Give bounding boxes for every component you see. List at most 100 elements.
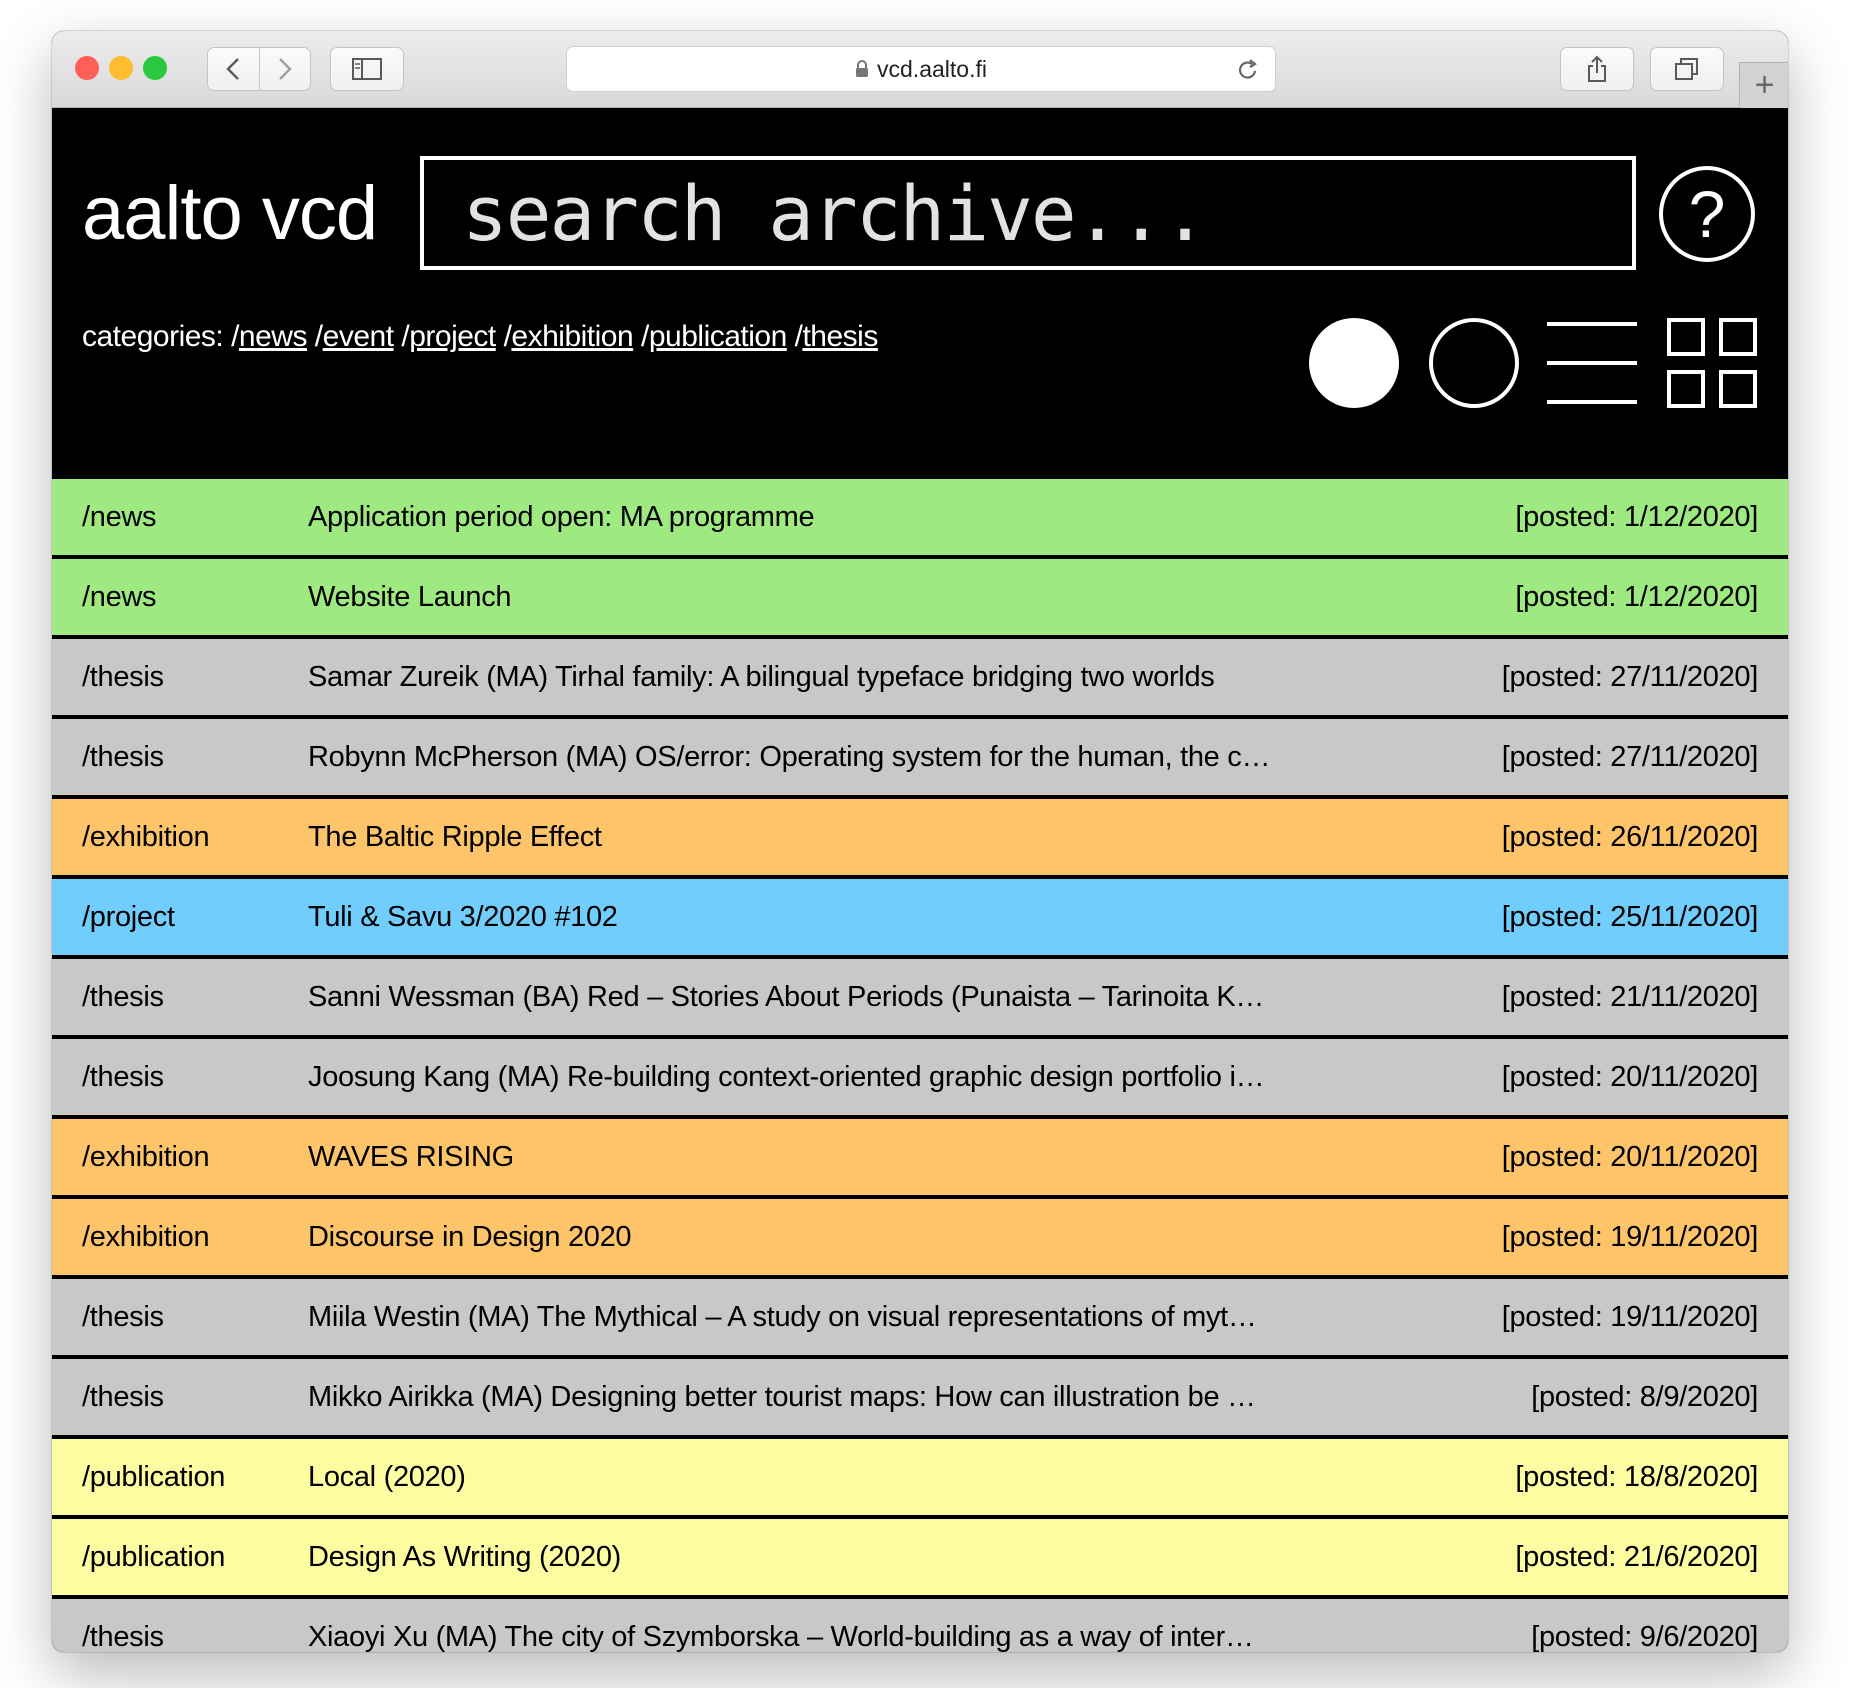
address-bar[interactable]: vcd.aalto.fi [566,46,1276,92]
list-item[interactable]: /news Website Launch [posted: 1/12/2020] [52,559,1788,635]
item-date: [posted: 1/12/2020] [1515,581,1758,613]
item-title[interactable]: Discourse in Design 2020 [308,1199,631,1275]
item-title[interactable]: Xiaoyi Xu (MA) The city of Szymborska – … [308,1599,1254,1652]
archive-list: /news Application period open: MA program… [52,479,1788,1652]
item-date: [posted: 1/12/2020] [1515,501,1758,533]
lock-icon [856,60,869,77]
list-item[interactable]: /exhibition WAVES RISING [posted: 20/11/20… [52,1119,1788,1195]
list-item[interactable]: /publication Local (2020) [posted: 18/8/20… [52,1439,1788,1515]
category-link-news[interactable]: news [239,320,308,353]
categories-label: categories: [82,320,224,353]
category-link-exhibition[interactable]: exhibition [511,320,633,353]
item-title[interactable]: Miila Westin (MA) The Mythical – A study… [308,1279,1257,1355]
search-input[interactable] [424,160,1632,266]
category-link-project[interactable]: project [409,320,496,353]
item-title[interactable]: Mikko Airikka (MA) Designing better tour… [308,1359,1256,1435]
list-icon-line [1547,322,1637,326]
grid-icon-cell [1719,370,1757,408]
view-filled-circle-button[interactable] [1309,318,1399,408]
item-title[interactable]: The Baltic Ripple Effect [308,799,602,875]
share-icon [1588,55,1606,82]
minimize-window-button[interactable] [109,56,133,80]
list-item[interactable]: /thesis Miila Westin (MA) The Mythical – … [52,1279,1788,1355]
list-item[interactable]: /thesis Joosung Kang (MA) Re-building con… [52,1039,1788,1115]
item-title[interactable]: WAVES RISING [308,1119,514,1195]
item-title[interactable]: Website Launch [308,559,511,635]
sidebar-icon [352,58,382,80]
item-date: [posted: 19/11/2020] [1501,1301,1759,1333]
list-icon-line [1547,400,1637,404]
item-date: [posted: 21/6/2020] [1515,1541,1758,1573]
item-title[interactable]: Local (2020) [308,1439,466,1515]
item-category: /thesis [82,1381,164,1413]
list-item[interactable]: /thesis Mikko Airikka (MA) Designing bett… [52,1359,1788,1435]
item-category: /thesis [82,1301,164,1333]
back-icon [226,58,240,80]
item-title[interactable]: Samar Zureik (MA) Tirhal family: A bilin… [308,639,1214,715]
item-category: /publication [82,1461,226,1493]
list-item[interactable]: /thesis Samar Zureik (MA) Tirhal family: … [52,639,1788,715]
grid-icon-cell [1667,370,1705,408]
item-title[interactable]: Joosung Kang (MA) Re-building context-or… [308,1039,1264,1115]
item-category: /project [82,901,175,933]
site-logo[interactable]: aalto vcd [82,176,378,252]
item-date: [posted: 18/8/2020] [1515,1461,1758,1493]
item-date: [posted: 20/11/2020] [1501,1141,1759,1173]
category-slash: / [306,320,323,353]
category-filter: categories: /news /event /project /exhib… [82,320,878,354]
list-item[interactable]: /thesis Xiaoyi Xu (MA) The city of Szymbo… [52,1599,1788,1652]
item-category: /thesis [82,1621,164,1652]
grid-view-button[interactable] [1667,318,1757,408]
item-category: /thesis [82,981,164,1013]
sidebar-button[interactable] [330,47,404,91]
category-link-thesis[interactable]: thesis [802,320,878,353]
item-category: /news [82,501,157,533]
forward-icon [278,58,292,80]
view-outline-circle-button[interactable] [1429,318,1519,408]
category-slash: / [786,320,803,353]
category-slash: / [495,320,512,353]
item-date: [posted: 21/11/2020] [1501,981,1759,1013]
item-date: [posted: 9/6/2020] [1531,1621,1758,1652]
new-tab-button[interactable]: + [1739,62,1788,108]
category-slash: / [393,320,410,353]
list-icon-line [1547,361,1637,365]
back-button[interactable] [208,48,259,90]
list-item[interactable]: /project Tuli & Savu 3/2020 #102 [posted: … [52,879,1788,955]
category-link-event[interactable]: event [323,320,394,353]
help-button[interactable]: ? [1659,166,1755,262]
item-title[interactable]: Robynn McPherson (MA) OS/error: Operatin… [308,719,1270,795]
list-item[interactable]: /news Application period open: MA program… [52,479,1788,555]
item-title[interactable]: Tuli & Savu 3/2020 #102 [308,879,618,955]
item-category: /exhibition [82,821,210,853]
grid-icon-cell [1667,318,1705,356]
list-item[interactable]: /thesis Sanni Wessman (BA) Red – Stories … [52,959,1788,1035]
item-title[interactable]: Sanni Wessman (BA) Red – Stories About P… [308,959,1264,1035]
forward-button[interactable] [259,48,310,90]
item-date: [posted: 27/11/2020] [1501,661,1759,693]
share-button[interactable] [1560,47,1634,91]
zoom-window-button[interactable] [143,56,167,80]
item-date: [posted: 19/11/2020] [1501,1221,1759,1253]
item-category: /exhibition [82,1221,210,1253]
item-title[interactable]: Design As Writing (2020) [308,1519,621,1595]
item-category: /thesis [82,661,164,693]
list-item[interactable]: /publication Design As Writing (2020) [pos… [52,1519,1788,1595]
item-category: /news [82,581,157,613]
close-window-button[interactable] [75,56,99,80]
reload-icon[interactable] [1237,58,1259,82]
list-item[interactable]: /exhibition Discourse in Design 2020 [post… [52,1199,1788,1275]
list-item[interactable]: /exhibition The Baltic Ripple Effect [post… [52,799,1788,875]
show-tabs-button[interactable] [1650,47,1724,91]
item-date: [posted: 20/11/2020] [1501,1061,1759,1093]
list-item[interactable]: /thesis Robynn McPherson (MA) OS/error: O… [52,719,1788,795]
item-title[interactable]: Application period open: MA programme [308,479,814,555]
category-slash: / [633,320,649,353]
item-category: /thesis [82,1061,164,1093]
item-date: [posted: 25/11/2020] [1501,901,1759,933]
history-nav [207,47,311,91]
page-content: aalto vcd ? categories: /news /event /pr… [52,108,1788,1652]
list-view-button[interactable] [1547,318,1637,408]
category-link-publication[interactable]: publication [649,320,787,353]
plus-icon: + [1754,66,1775,104]
